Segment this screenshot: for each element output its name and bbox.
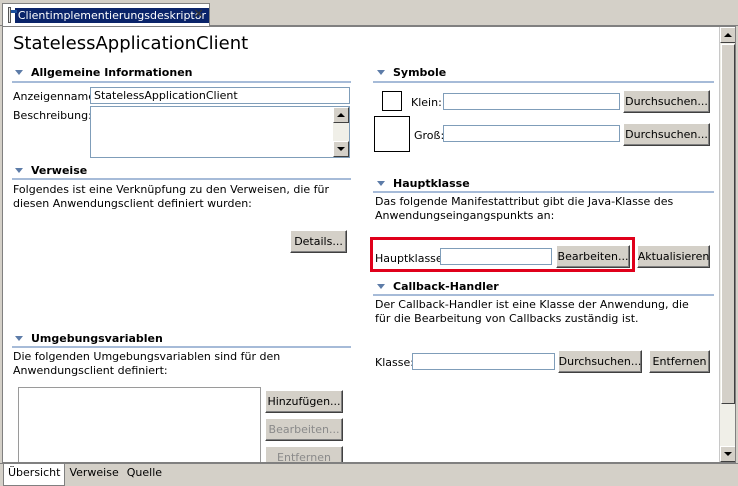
large-icon-field[interactable]: [443, 125, 620, 142]
arrow-down-icon: [724, 452, 732, 456]
edit-env-var-button[interactable]: Bearbeiten...: [265, 418, 343, 441]
tab-label: Clientimplementierungsdeskriptor: [14, 7, 209, 23]
add-env-var-button[interactable]: Hinzufügen...: [265, 390, 343, 413]
section-separator: [12, 178, 351, 180]
large-icon-label: Groß:: [414, 129, 445, 142]
section-callback-header[interactable]: Callback-Handler: [377, 280, 499, 293]
section-icons-header[interactable]: Symbole: [377, 66, 446, 79]
env-vars-description: Die folgenden Umgebungsvariablen sind fü…: [13, 350, 281, 377]
scroll-up-button[interactable]: [333, 107, 349, 123]
close-icon[interactable]: ✕: [193, 7, 204, 22]
arrow-up-icon: [724, 33, 732, 37]
section-references-header[interactable]: Verweise: [15, 164, 87, 177]
main-class-description: Das folgende Manifestattribut gibt die J…: [375, 195, 674, 222]
references-description: Folgendes ist eine Verknüpfung zu den Ve…: [13, 183, 330, 210]
callback-description: Der Callback-Handler ist eine Klasse der…: [375, 298, 689, 325]
tab-references[interactable]: Verweise: [65, 464, 122, 485]
scroll-thumb[interactable]: [721, 44, 735, 404]
description-scrollbar[interactable]: [333, 107, 349, 157]
tab-client-descriptor[interactable]: Clientimplementierungsdeskriptor ✕: [2, 3, 210, 26]
collapse-triangle-icon[interactable]: [15, 336, 23, 341]
editor-scrollbar[interactable]: [719, 27, 735, 462]
edit-main-class-button[interactable]: Bearbeiten...: [556, 245, 630, 268]
callback-class-field[interactable]: [412, 353, 555, 370]
editor-panel: StatelessApplicationClient Allgemeine In…: [2, 26, 736, 463]
browse-callback-button[interactable]: Durchsuchen...: [558, 350, 642, 373]
section-env-vars-header[interactable]: Umgebungsvariablen: [15, 332, 163, 345]
page-title: StatelessApplicationClient: [13, 33, 249, 54]
section-separator: [373, 81, 714, 83]
refresh-button[interactable]: Aktualisieren: [637, 245, 710, 268]
browse-small-icon-button[interactable]: Durchsuchen...: [623, 90, 710, 113]
display-name-field[interactable]: StatelessApplicationClient: [90, 87, 350, 104]
collapse-triangle-icon[interactable]: [15, 168, 23, 173]
scroll-down-button[interactable]: [333, 141, 349, 157]
arrow-down-icon: [337, 147, 345, 151]
details-button[interactable]: Details...: [290, 230, 347, 253]
display-name-label: Anzeigenname:: [13, 90, 99, 103]
section-general-info-header[interactable]: Allgemeine Informationen: [15, 66, 193, 79]
collapse-triangle-icon[interactable]: [377, 70, 385, 75]
main-class-field[interactable]: [440, 248, 552, 265]
arrow-up-icon: [337, 113, 345, 117]
section-title: Umgebungsvariablen: [31, 332, 163, 345]
section-separator: [12, 81, 351, 83]
main-class-label: Hauptklasse:: [375, 252, 447, 265]
scroll-down-button[interactable]: [720, 446, 735, 462]
collapse-triangle-icon[interactable]: [377, 181, 385, 186]
browse-large-icon-button[interactable]: Durchsuchen...: [623, 123, 710, 146]
class-label: Klasse:: [375, 356, 414, 369]
small-icon-label: Klein:: [411, 96, 442, 109]
section-title: Verweise: [31, 164, 88, 177]
small-icon-preview: [382, 91, 402, 111]
section-title: Allgemeine Informationen: [31, 66, 193, 79]
description-textarea[interactable]: [90, 106, 350, 158]
section-title: Symbole: [393, 66, 447, 79]
section-title: Callback-Handler: [393, 280, 499, 293]
env-vars-list[interactable]: [18, 387, 261, 462]
editor-tab-bar: Clientimplementierungsdeskriptor ✕: [0, 0, 738, 26]
remove-callback-button[interactable]: Entfernen: [649, 350, 710, 373]
section-separator: [373, 191, 714, 193]
bottom-tab-bar: Übersicht Verweise Quelle: [0, 463, 738, 486]
small-icon-field[interactable]: [443, 93, 620, 110]
large-icon-preview: [374, 116, 410, 152]
section-separator: [373, 294, 714, 296]
section-title: Hauptklasse: [393, 177, 470, 190]
section-main-class-header[interactable]: Hauptklasse: [377, 177, 470, 190]
section-separator: [12, 346, 351, 348]
tab-source[interactable]: Quelle: [123, 464, 166, 485]
collapse-triangle-icon[interactable]: [377, 284, 385, 289]
descriptor-file-icon: [8, 7, 17, 23]
collapse-triangle-icon[interactable]: [15, 70, 23, 75]
scroll-up-button[interactable]: [720, 27, 735, 43]
description-label: Beschreibung:: [13, 109, 92, 122]
tab-overview[interactable]: Übersicht: [3, 464, 66, 486]
remove-env-var-button[interactable]: Entfernen: [265, 446, 343, 462]
